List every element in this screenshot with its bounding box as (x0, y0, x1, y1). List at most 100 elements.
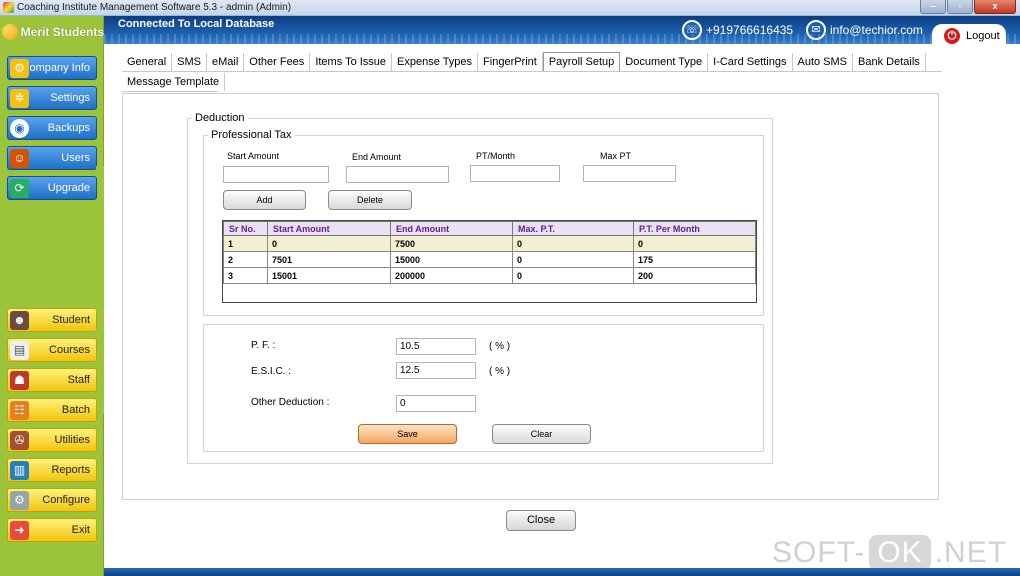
logout-button[interactable]: ⏻ Logout (932, 24, 1006, 48)
cell-end-amount: 15000 (390, 251, 513, 268)
watermark: SOFT- OK .NET (772, 535, 1008, 571)
disk-icon: ◉ (10, 119, 29, 138)
header-bar: Connected To Local Database ☏ +919766616… (104, 16, 1020, 44)
staff-icon: ☗ (10, 371, 29, 390)
tab-general[interactable]: General (122, 52, 173, 71)
reports-icon: ▥ (10, 461, 29, 480)
email-contact: ✉ info@techior.com (806, 20, 923, 40)
cell-end-amount: 200000 (390, 267, 513, 284)
professional-tax-legend: Professional Tax (211, 129, 292, 141)
column-header-max-pt[interactable]: Max. P.T. (512, 221, 634, 236)
cell-sr-no: 3 (223, 267, 268, 284)
minimize-button[interactable]: – (920, 0, 946, 14)
close-button[interactable]: Close (506, 510, 576, 531)
exit-icon: ➜ (10, 521, 29, 540)
pt-month-input[interactable] (470, 165, 560, 182)
db-status: Connected To Local Database (118, 18, 275, 30)
cell-sr-no: 2 (223, 251, 268, 268)
table-header-row: Sr No. Start Amount End Amount Max. P.T.… (223, 221, 756, 236)
start-amount-input[interactable] (223, 166, 329, 183)
pt-month-label: PT/Month (476, 151, 516, 161)
window-title-bar: Coaching Institute Management Software 5… (0, 0, 1020, 16)
sidebar-item-configure[interactable]: ⚙ Configure (7, 488, 97, 512)
configure-icon: ⚙ (10, 491, 29, 510)
cell-max-pt: 0 (512, 251, 634, 268)
sidebar-item-exit[interactable]: ➜ Exit (7, 518, 97, 542)
utilities-icon: ✇ (10, 431, 29, 450)
tab-row-1: General SMS eMail Other Fees Items To Is… (122, 52, 942, 72)
window-title: Coaching Institute Management Software 5… (17, 2, 292, 13)
sidebar-item-batch[interactable]: ☷ Batch (7, 398, 97, 422)
deduction-legend: Deduction (195, 112, 245, 124)
tab-other-fees[interactable]: Other Fees (244, 52, 311, 71)
sidebar-item-settings[interactable]: ✲ Settings (7, 86, 97, 110)
bottom-strip (104, 568, 1020, 576)
tab-payroll-setup[interactable]: Payroll Setup (542, 52, 621, 71)
pf-unit: ( % ) (489, 341, 511, 352)
clear-button[interactable]: Clear (492, 424, 591, 444)
column-header-start-amount[interactable]: Start Amount (267, 221, 391, 236)
cell-end-amount: 7500 (390, 235, 513, 252)
phone-contact: ☏ +919766616435 (682, 20, 793, 40)
sidebar-item-utilities[interactable]: ✇ Utilities (7, 428, 97, 452)
cell-max-pt: 0 (512, 235, 634, 252)
max-pt-input[interactable] (583, 165, 676, 182)
column-header-pt-per-month[interactable]: P.T. Per Month (633, 221, 756, 236)
tab-document-type[interactable]: Document Type (620, 52, 709, 71)
email-address: info@techior.com (830, 23, 923, 37)
tab-bank-details[interactable]: Bank Details (853, 52, 926, 71)
power-icon: ⏻ (944, 28, 960, 44)
cell-pt-per-month: 200 (633, 267, 756, 284)
max-pt-label: Max PT (600, 151, 632, 161)
end-amount-input[interactable] (346, 166, 449, 183)
sidebar-item-company-info[interactable]: ⚙ Company Info (7, 56, 97, 80)
sidebar-item-courses[interactable]: ▤ Courses (7, 338, 97, 362)
end-amount-label: End Amount (352, 152, 402, 162)
sidebar-item-upgrade[interactable]: ⟳ Upgrade (7, 176, 97, 200)
courses-icon: ▤ (10, 341, 29, 360)
tab-message-template[interactable]: Message Template (122, 72, 226, 91)
settings-icon: ✲ (10, 89, 29, 108)
batch-icon: ☷ (10, 401, 29, 420)
add-button[interactable]: Add (223, 190, 306, 210)
esic-input[interactable] (396, 362, 476, 379)
save-button[interactable]: Save (358, 424, 457, 444)
tab-fingerprint[interactable]: FingerPrint (478, 52, 543, 71)
cell-start-amount: 7501 (267, 251, 391, 268)
tab-sms[interactable]: SMS (172, 52, 207, 71)
brand-name: Merit Students (20, 25, 104, 39)
sidebar-item-reports[interactable]: ▥ Reports (7, 458, 97, 482)
table-row[interactable]: 1 0 7500 0 0 (223, 235, 756, 252)
cell-start-amount: 0 (267, 235, 391, 252)
sidebar-item-users[interactable]: ☺ Users (7, 146, 97, 170)
delete-button[interactable]: Delete (328, 190, 412, 210)
app-icon (3, 2, 14, 13)
gear-icon: ⚙ (10, 59, 29, 78)
column-header-end-amount[interactable]: End Amount (390, 221, 513, 236)
tab-row-2: Message Template (122, 72, 226, 92)
tab-email[interactable]: eMail (207, 52, 245, 71)
sidebar-item-staff[interactable]: ☗ Staff (7, 368, 97, 392)
esic-unit: ( % ) (489, 366, 511, 377)
tab-items-to-issue[interactable]: Items To Issue (310, 52, 393, 71)
tab-icard-settings[interactable]: I-Card Settings (708, 52, 793, 71)
other-deduction-input[interactable] (396, 395, 476, 412)
sidebar-tab-notch (96, 166, 104, 414)
close-window-button[interactable]: x (974, 0, 1016, 14)
cell-sr-no: 1 (223, 235, 268, 252)
brand: Merit Students (0, 22, 104, 42)
tab-auto-sms[interactable]: Auto SMS (793, 52, 854, 71)
tab-expense-types[interactable]: Expense Types (392, 52, 479, 71)
start-amount-label: Start Amount (227, 151, 280, 161)
esic-label: E.S.I.C. : (251, 366, 292, 377)
users-icon: ☺ (10, 149, 29, 168)
sidebar-item-student[interactable]: ☻ Student (7, 308, 97, 332)
column-header-sr-no[interactable]: Sr No. (223, 221, 268, 236)
maximize-button[interactable]: ▫ (947, 0, 973, 14)
table-row[interactable]: 2 7501 15000 0 175 (223, 251, 756, 268)
logout-label: Logout (966, 30, 1000, 42)
sidebar-item-backups[interactable]: ◉ Backups (7, 116, 97, 140)
table-row[interactable]: 3 15001 200000 0 200 (223, 267, 756, 284)
pf-input[interactable] (396, 338, 476, 355)
phone-icon: ☏ (682, 20, 702, 40)
